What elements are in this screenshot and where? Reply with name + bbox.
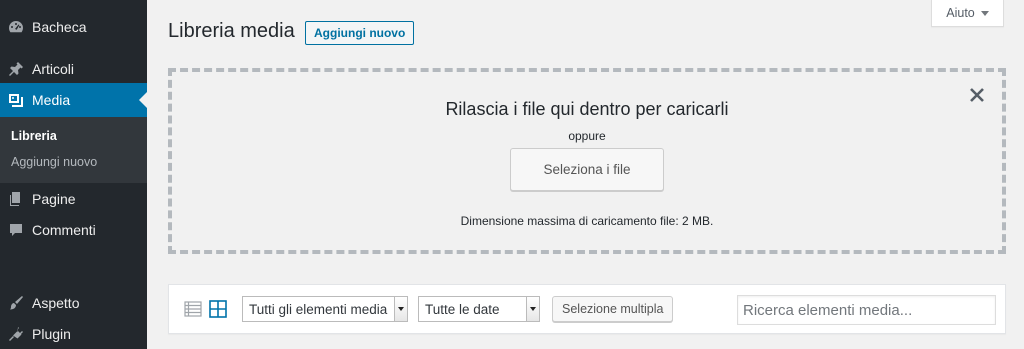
pin-icon [7, 60, 25, 78]
help-tab-label: Aiuto [946, 6, 975, 20]
date-filter-value: Tutte le date [425, 301, 500, 317]
brush-icon [7, 294, 25, 312]
media-toolbar: Tutti gli elementi media Tutte le date S… [168, 284, 1006, 334]
dropdown-arrow-icon [526, 297, 539, 321]
media-type-filter-value: Tutti gli elementi media [249, 301, 388, 317]
sidebar-item-label: Plugin [32, 326, 71, 342]
plugin-icon [7, 325, 25, 343]
list-view-icon[interactable] [184, 300, 202, 318]
help-tab-button[interactable]: Aiuto [931, 0, 1004, 27]
sidebar-item-label: Media [32, 92, 71, 108]
media-submenu: Libreria Aggiungi nuovo [0, 117, 147, 183]
page-title: Libreria media [168, 20, 295, 42]
bulk-select-button[interactable]: Selezione multipla [552, 296, 674, 322]
page-icon [7, 190, 25, 208]
select-files-button[interactable]: Seleziona i file [510, 148, 664, 191]
sidebar-item-label: Commenti [32, 222, 96, 238]
submenu-item-libreria[interactable]: Libreria [11, 129, 57, 143]
sidebar-item-label: Aspetto [32, 295, 80, 311]
dropdown-arrow-icon [394, 297, 407, 321]
caret-down-icon [980, 10, 989, 16]
submenu-item-aggiungi-nuovo[interactable]: Aggiungi nuovo [11, 155, 97, 169]
dashboard-icon [7, 18, 25, 36]
sidebar-item-label: Bacheca [32, 19, 87, 35]
sidebar-item-label: Pagine [32, 191, 76, 207]
sidebar-item-aspetto[interactable]: Aspetto [0, 286, 147, 320]
media-search-input[interactable] [737, 295, 996, 325]
sidebar-item-articoli[interactable]: Articoli [0, 52, 147, 86]
date-filter[interactable]: Tutte le date [418, 296, 540, 322]
sidebar-item-label: Articoli [32, 61, 75, 77]
drop-or-text: oppure [568, 129, 606, 143]
upload-drop-zone[interactable]: Rilascia i file qui dentro per caricarli… [168, 68, 1006, 254]
sidebar-item-media[interactable]: Media [0, 83, 147, 117]
sidebar-item-plugin[interactable]: Plugin [0, 317, 147, 349]
sidebar-item-bacheca[interactable]: Bacheca [0, 10, 147, 44]
sidebar-item-pagine[interactable]: Pagine [0, 182, 147, 216]
add-new-button[interactable]: Aggiungi nuovo [305, 21, 415, 45]
admin-sidebar: Bacheca Articoli Media Libreria Aggiungi… [0, 0, 147, 349]
drop-instructions: Rilascia i file qui dentro per caricarli [445, 99, 729, 119]
sidebar-item-commenti[interactable]: Commenti [0, 213, 147, 247]
media-type-filter[interactable]: Tutti gli elementi media [242, 296, 408, 322]
comment-icon [7, 221, 25, 239]
media-icon [7, 91, 25, 109]
max-upload-size: Dimensione massima di caricamento file: … [460, 214, 714, 228]
grid-view-icon[interactable] [209, 300, 227, 318]
